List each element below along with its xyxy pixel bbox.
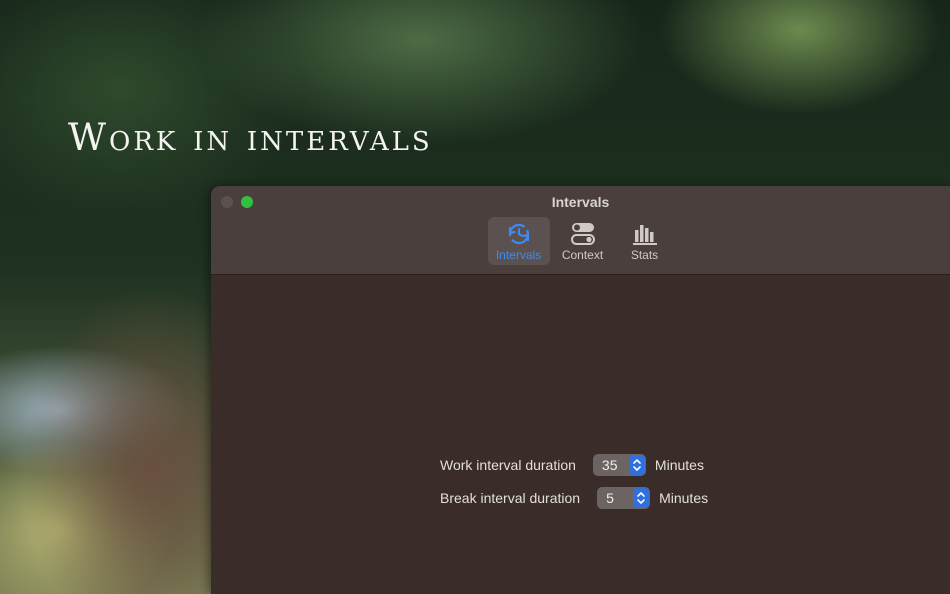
work-interval-row: Work interval duration 35 Minutes xyxy=(440,448,708,481)
work-interval-unit: Minutes xyxy=(654,456,704,473)
stepper-arrows-icon[interactable] xyxy=(633,487,650,508)
tab-intervals[interactable]: Intervals xyxy=(487,217,550,265)
work-interval-stepper[interactable]: 35 xyxy=(592,453,646,476)
bar-chart-icon xyxy=(632,222,658,246)
tab-context[interactable]: Context xyxy=(554,217,612,265)
break-interval-unit: Minutes xyxy=(659,489,709,506)
tab-intervals-label: Intervals xyxy=(495,248,542,262)
preferences-window: Intervals Intervals Context Stats Work i… xyxy=(211,186,950,594)
stepper-arrows-icon[interactable] xyxy=(628,454,645,475)
clock-refresh-icon xyxy=(506,222,532,246)
preferences-toolbar: Intervals Context Stats xyxy=(211,217,950,265)
tab-stats-label: Stats xyxy=(630,248,659,262)
window-title: Intervals xyxy=(551,194,610,210)
toggles-icon xyxy=(570,222,596,246)
break-interval-label: Break interval duration xyxy=(440,489,581,506)
interval-settings-form: Work interval duration 35 Minutes Break … xyxy=(440,448,708,514)
title-bar: Intervals Intervals Context Stats xyxy=(211,186,950,275)
tab-context-label: Context xyxy=(561,248,604,262)
break-interval-stepper[interactable]: 5 xyxy=(597,486,651,509)
intervals-pane: Work interval duration 35 Minutes Break … xyxy=(211,275,950,594)
tab-stats[interactable]: Stats xyxy=(616,217,674,265)
break-interval-row: Break interval duration 5 Minutes xyxy=(440,481,708,514)
headline: Work in intervals xyxy=(68,116,433,159)
work-interval-label: Work interval duration xyxy=(440,456,576,473)
